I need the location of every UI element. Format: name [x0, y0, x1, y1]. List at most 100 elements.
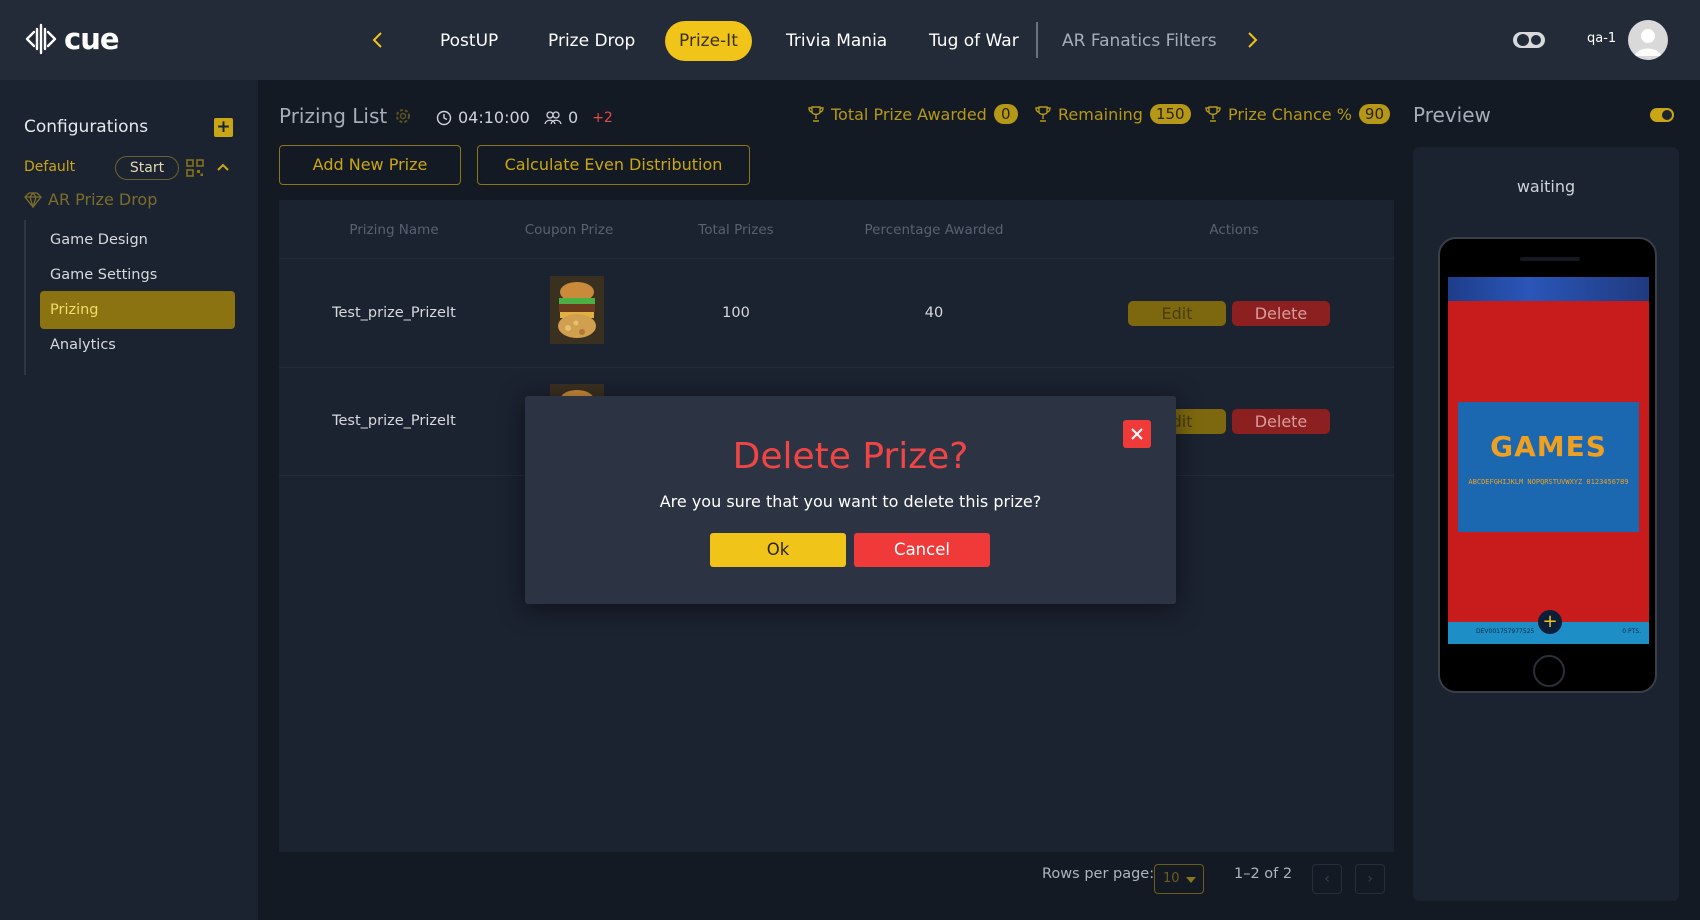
delete-prize-dialog: Delete Prize? Are you sure that you want…: [525, 396, 1176, 604]
tab-ar-fanatics-filters[interactable]: AR Fanatics Filters: [1062, 21, 1217, 61]
add-new-prize-button[interactable]: Add New Prize: [279, 145, 461, 185]
sidebar: Configurations + Default Start AR Prize …: [0, 80, 258, 920]
sidebar-item-analytics[interactable]: Analytics: [40, 326, 235, 364]
timer-value: 04:10:00: [458, 108, 530, 127]
tab-divider: [1036, 22, 1038, 58]
percentage-awarded-cell: 40: [924, 305, 944, 321]
configuration-name[interactable]: Default: [24, 159, 75, 175]
start-button[interactable]: Start: [115, 156, 179, 180]
players-delta: +2: [592, 109, 613, 126]
game-font-sample: ABCDEFGHIJKLM NOPQRSTUVWXYZ 0123456789: [1468, 478, 1629, 486]
preview-title: Preview: [1413, 103, 1491, 127]
game-name: AR Prize Drop: [48, 190, 158, 209]
tabs-scroll-left-button[interactable]: [363, 26, 391, 54]
chevron-right-icon: [1248, 32, 1258, 48]
stat-label: Remaining: [1058, 104, 1143, 124]
total-prizes-cell: 100: [722, 305, 750, 321]
cancel-button[interactable]: Cancel: [854, 533, 990, 567]
row-divider: [279, 258, 1394, 259]
settings-gear-icon[interactable]: [393, 106, 413, 126]
clock-icon: [436, 110, 452, 125]
configurations-title: Configurations: [24, 117, 149, 137]
preview-status: waiting: [1516, 177, 1576, 196]
phone-mockup: GAMES ABCDEFGHIJKLM NOPQRSTUVWXYZ 012345…: [1438, 237, 1657, 693]
stat-badge: 90: [1358, 104, 1390, 124]
theme-toggle-icon[interactable]: [1512, 29, 1546, 51]
rows-per-page-value: 10: [1163, 871, 1180, 886]
timer: 04:10:00: [436, 108, 530, 127]
tab-prize-it[interactable]: Prize-It: [665, 21, 752, 61]
phone-speaker: [1520, 257, 1580, 261]
calculate-even-distribution-button[interactable]: Calculate Even Distribution: [477, 145, 750, 185]
tree-line: [24, 220, 26, 375]
trophy-icon: [808, 106, 824, 122]
game-title-text: GAMES: [1490, 430, 1607, 463]
sidebar-item-prizing[interactable]: Prizing: [40, 291, 235, 329]
preview-panel: waiting GAMES ABCDEFGHIJKLM NOPQRSTUVWXY…: [1413, 147, 1679, 901]
phone-header-strip: [1448, 277, 1649, 301]
prize-name-cell: Test_prize_PrizeIt: [332, 413, 456, 429]
phone-screen: GAMES ABCDEFGHIJKLM NOPQRSTUVWXYZ 012345…: [1448, 277, 1649, 644]
preview-toggle[interactable]: [1650, 108, 1674, 122]
top-navigation-bar: cue PostUP Prize Drop Prize-It Trivia Ma…: [0, 0, 1700, 80]
caret-down-icon: [1186, 877, 1196, 883]
tab-tug-of-war[interactable]: Tug of War: [929, 21, 1019, 61]
column-header: Percentage Awarded: [864, 222, 1004, 238]
phone-add-button: +: [1538, 610, 1562, 634]
remaining-stat: Remaining 150: [1035, 104, 1191, 124]
cue-logo[interactable]: cue: [24, 22, 120, 56]
column-header: Total Prizes: [698, 222, 774, 238]
pagination-range: 1–2 of 2: [1234, 866, 1293, 882]
waveform-logo-icon: [25, 23, 57, 55]
sidebar-item-game-settings[interactable]: Game Settings: [40, 256, 235, 294]
stat-label: Prize Chance %: [1228, 104, 1352, 124]
phone-home-button: [1533, 655, 1565, 687]
ok-button[interactable]: Ok: [710, 533, 846, 567]
edit-button[interactable]: Edit: [1128, 301, 1226, 326]
tabs-scroll-right-button[interactable]: [1239, 26, 1267, 54]
total-prize-awarded-stat: Total Prize Awarded 0: [808, 104, 1018, 124]
qr-code-icon[interactable]: [186, 159, 204, 177]
column-header: Actions: [1209, 222, 1259, 238]
device-id: DEV001757977525: [1476, 628, 1535, 635]
prize-name-cell: Test_prize_PrizeIt: [332, 305, 456, 321]
diamond-icon: [24, 191, 42, 208]
coupon-prize-image[interactable]: [550, 276, 604, 344]
delete-button[interactable]: Delete: [1232, 409, 1330, 434]
user-icon: [1635, 29, 1661, 56]
burger-image-icon: [550, 276, 604, 344]
user-label: qa-1: [1587, 31, 1617, 46]
dialog-title: Delete Prize?: [732, 436, 969, 477]
delete-button[interactable]: Delete: [1232, 301, 1330, 326]
logo-text: cue: [64, 22, 120, 56]
row-divider: [279, 367, 1394, 368]
players-value: 0: [568, 108, 579, 127]
column-header: Coupon Prize: [524, 222, 614, 238]
stat-label: Total Prize Awarded: [831, 104, 987, 124]
trophy-icon: [1205, 106, 1221, 122]
game-title-card: GAMES ABCDEFGHIJKLM NOPQRSTUVWXYZ 012345…: [1458, 402, 1639, 532]
chevron-left-icon: [372, 32, 382, 48]
stat-badge: 150: [1149, 104, 1191, 124]
people-icon: [544, 110, 562, 124]
game-entry[interactable]: AR Prize Drop: [24, 190, 157, 209]
column-header: Prizing Name: [349, 222, 439, 238]
players-count: 0 +2: [544, 108, 613, 127]
stat-badge: 0: [993, 104, 1018, 124]
tab-postup[interactable]: PostUP: [440, 21, 498, 61]
page-title: Prizing List: [279, 104, 388, 128]
previous-page-button[interactable]: ‹: [1312, 864, 1342, 894]
rows-per-page-select[interactable]: 10: [1154, 864, 1204, 894]
points-label: 0 PTS.: [1622, 628, 1641, 635]
next-page-button[interactable]: ›: [1355, 864, 1385, 894]
tab-trivia-mania[interactable]: Trivia Mania: [786, 21, 887, 61]
rows-per-page-label: Rows per page:: [1042, 866, 1155, 882]
trophy-icon: [1035, 106, 1051, 122]
tab-prize-drop[interactable]: Prize Drop: [548, 21, 635, 61]
sidebar-item-game-design[interactable]: Game Design: [40, 221, 235, 259]
collapse-chevron-icon[interactable]: [214, 158, 232, 176]
add-configuration-button[interactable]: +: [214, 118, 233, 137]
avatar[interactable]: [1628, 20, 1668, 60]
prize-chance-stat: Prize Chance % 90: [1205, 104, 1390, 124]
dialog-message: Are you sure that you want to delete thi…: [659, 492, 1042, 511]
